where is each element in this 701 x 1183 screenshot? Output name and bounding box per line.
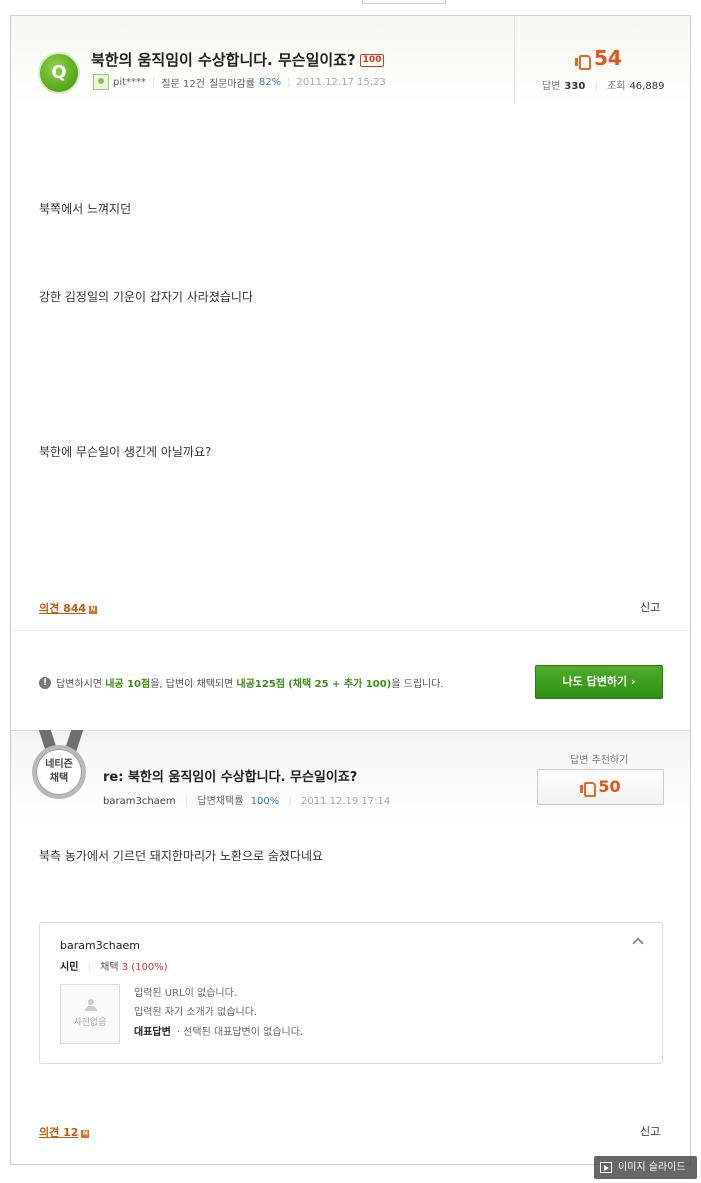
profile-level: 시민 | 채택 3 (100%) <box>60 958 168 973</box>
notice-points: 내공 10점 <box>105 679 151 690</box>
info-icon: ! <box>39 676 51 689</box>
reward-notice: ! 답변하시면 내공 10점 을, 답변이 채택되면 내공125점 (채택 25 … <box>39 675 444 690</box>
netizen-adopted-medal-icon: 네티즌 채택 <box>32 745 86 799</box>
views-count: 46,889 <box>629 81 665 92</box>
medal-line: 네티즌 <box>45 759 73 770</box>
rep-label: 대표답변 <box>134 1027 171 1038</box>
question-author[interactable]: pit**** <box>113 77 146 88</box>
notice-text: 을 드립니다. <box>391 679 444 690</box>
opinion-count: 12 <box>63 1126 79 1139</box>
close-rate-label: 질문마감률 <box>208 78 255 90</box>
opinion-label: 의견 <box>39 1126 60 1139</box>
answer-author[interactable]: baram3chaem <box>103 796 176 807</box>
profile-url: 입력된 URL이 없습니다. <box>134 988 237 999</box>
medal-line: 채택 <box>49 773 69 784</box>
notice-text: 을, 답변이 채택되면 <box>150 679 234 690</box>
notice-points-detail: (채택 25 + 추가 100) <box>288 679 392 690</box>
profile-adopt-label: 채택 <box>100 962 119 973</box>
qa-frame: Q 북한의 움직임이 수상합니다. 무슨일이죠? 100 pit**** | 질문… <box>10 15 691 1165</box>
question-title-text: 북한의 움직임이 수상합니다. 무슨일이죠? <box>91 51 356 69</box>
answers-label: 답변 <box>542 81 561 92</box>
thumbs-up-icon <box>575 53 591 70</box>
rep-value: · 선택된 대표답변이 없습니다. <box>176 1027 304 1038</box>
question-body-line: 강한 김정일의 기운이 갑자기 사라졌습니다 <box>39 290 253 304</box>
question-meta: pit**** | 질문 12건 질문마감률 82% | 2011.12.17 … <box>93 74 386 90</box>
adopt-rate: 100% <box>250 796 280 807</box>
person-icon <box>85 999 97 1011</box>
top-strip <box>0 0 701 8</box>
views-label: 조회 <box>607 81 626 92</box>
write-answer-button[interactable]: 나도 답변하기 › <box>535 665 663 699</box>
close-rate: 82% <box>258 76 282 88</box>
answer-meta: baram3chaem | 답변채택률 100% | 2011.12.19 17… <box>103 792 390 807</box>
top-button[interactable] <box>362 0 446 4</box>
image-slide-label: 이미지 슬라이드 <box>618 1162 686 1173</box>
collapse-chevron-icon[interactable] <box>632 937 644 949</box>
answer-body: 북측 농가에서 기르던 돼지한마리가 노환으로 숨졌다네요 <box>39 849 324 863</box>
image-slide-button[interactable]: 이미지 슬라이드 <box>594 1156 697 1179</box>
question-stats: 답변 330 | 조회 46,889 <box>542 77 664 92</box>
divider <box>11 630 690 631</box>
answer-datetime: 2011.12.19 17:14 <box>300 796 391 807</box>
profile-representative: 대표답변 · 선택된 대표답변이 없습니다. <box>134 1023 303 1038</box>
new-icon: N <box>81 1130 90 1138</box>
question-report-link[interactable]: 신고 <box>640 599 660 615</box>
meta-separator: | <box>184 796 189 807</box>
bounty-tag: 100 <box>359 54 385 67</box>
profile-photo-text: 사진없음 <box>73 1018 107 1028</box>
recommend-button[interactable]: 50 <box>537 769 664 805</box>
meta-separator: | <box>288 796 292 807</box>
question-body-line: 북한에 무슨일이 생긴게 아닐까요? <box>39 445 212 459</box>
question-opinion-link[interactable]: 의견 844 N <box>39 600 98 616</box>
answer-report-link[interactable]: 신고 <box>640 1123 660 1139</box>
opinion-label: 의견 <box>39 602 60 615</box>
profile-photo: 사진없음 <box>60 984 120 1044</box>
author-avatar-icon[interactable] <box>93 74 109 90</box>
question-body-line: 북쪽에서 느껴지던 <box>39 202 132 216</box>
recommend-count: 50 <box>598 777 621 796</box>
answer-opinion-link[interactable]: 의견 12 N <box>39 1124 90 1140</box>
question-datetime: 2011.12.17 15:23 <box>296 76 386 88</box>
slideshow-icon <box>600 1162 612 1173</box>
profile-level-name: 시민 <box>60 962 79 973</box>
question-header: Q 북한의 움직임이 수상합니다. 무슨일이죠? 100 pit**** | 질문… <box>11 16 690 104</box>
question-like-count: 54 <box>594 46 622 70</box>
profile-name[interactable]: baram3chaem <box>60 939 140 952</box>
answers-count: 330 <box>564 81 586 92</box>
meta-separator: | <box>287 76 291 88</box>
opinion-count: 844 <box>63 602 87 615</box>
notice-points: 내공125점 <box>236 679 285 690</box>
profile-adopt-value: 3 (100%) <box>121 962 168 973</box>
question-like-button[interactable]: 54 <box>575 46 622 70</box>
question-count: 질문 12건 <box>161 78 205 90</box>
profile-intro: 입력된 자기 소개가 없습니다. <box>134 1007 258 1018</box>
question-title: 북한의 움직임이 수상합니다. 무슨일이죠? 100 <box>91 49 385 70</box>
meta-separator: | <box>152 76 156 88</box>
stats-separator: | <box>594 81 598 92</box>
thumbs-up-icon <box>580 780 597 797</box>
header-divider <box>514 16 515 104</box>
answer-title: re: 북한의 움직임이 수상합니다. 무슨일이죠? <box>103 770 358 785</box>
recommend-label: 답변 추천하기 <box>570 755 629 766</box>
answerer-profile-card: baram3chaem 시민 | 채택 3 (100%) 사진없음 입력된 UR… <box>39 922 663 1064</box>
adopt-rate-label: 답변채택률 <box>197 796 244 807</box>
new-icon: N <box>89 606 98 614</box>
question-badge-icon: Q <box>38 52 80 94</box>
meta-separator: | <box>87 962 91 973</box>
notice-text: 답변하시면 <box>56 679 102 690</box>
